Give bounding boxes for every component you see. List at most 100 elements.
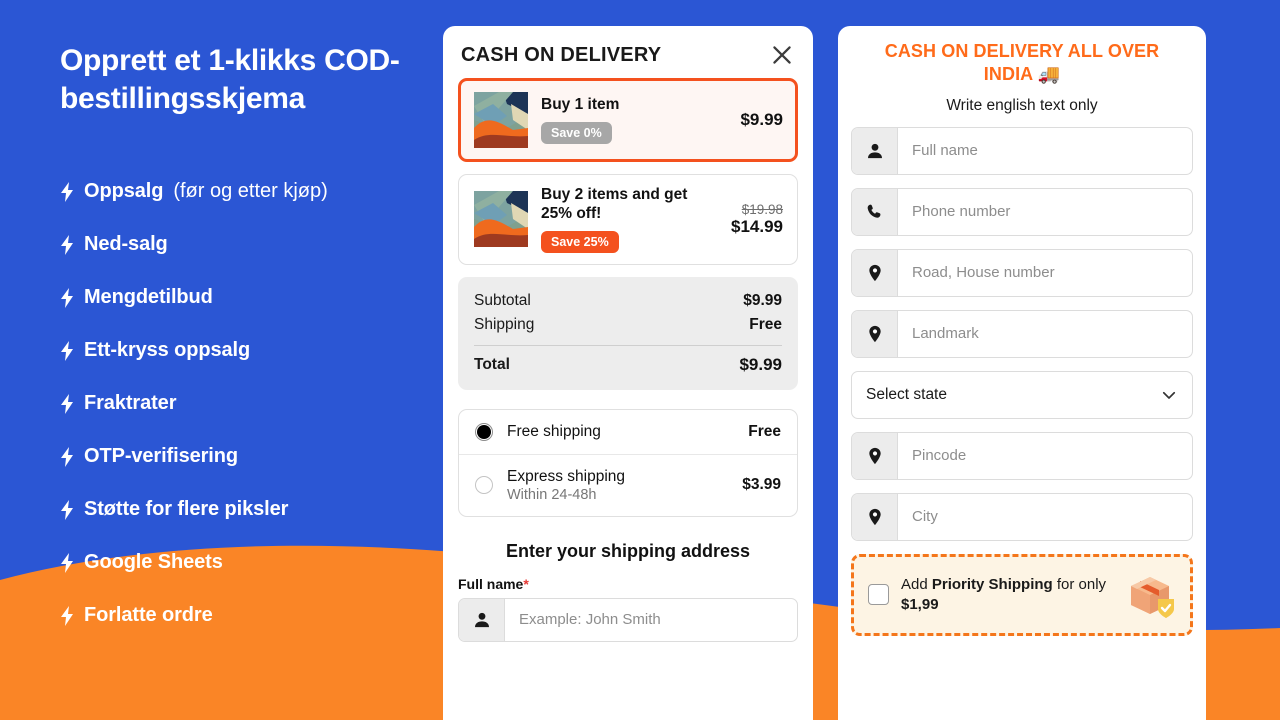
feature-label: Oppsalg bbox=[84, 180, 164, 202]
shipping-option-price: Free bbox=[748, 422, 781, 440]
priority-price: $1,99 bbox=[901, 595, 939, 613]
order-summary: Subtotal $9.99 Shipping Free Total $9.99 bbox=[458, 276, 798, 390]
offer-details: Buy 1 item Save 0% bbox=[541, 96, 724, 144]
full-name-label-text: Full name bbox=[458, 575, 524, 592]
location-icon bbox=[852, 493, 898, 540]
feature-label: Fraktrater bbox=[84, 392, 177, 414]
shipping-option-text: Free shipping bbox=[507, 423, 748, 441]
summary-row-subtotal: Subtotal $9.99 bbox=[474, 289, 782, 313]
bolt-icon bbox=[61, 499, 73, 520]
person-icon bbox=[459, 598, 505, 641]
full-name-placeholder: Example: John Smith bbox=[519, 611, 661, 629]
page-title: Opprett et 1-klikks COD-bestillingsskjem… bbox=[60, 44, 400, 115]
offer-price: $14.99 bbox=[731, 216, 783, 236]
priority-prefix: Add bbox=[901, 575, 932, 593]
priority-shipping-checkbox[interactable] bbox=[868, 584, 889, 606]
checkout-header: CASH ON DELIVERY bbox=[443, 26, 813, 78]
offer-list: Buy 1 item Save 0% $9.99 Buy 2 items and… bbox=[443, 78, 813, 265]
city-placeholder: City bbox=[912, 508, 938, 526]
bolt-icon bbox=[61, 234, 73, 255]
priority-middle: for only bbox=[1052, 575, 1107, 593]
feature-label: OTP-verifisering bbox=[84, 445, 238, 467]
full-name-field-wrap: Example: John Smith bbox=[458, 597, 798, 642]
city-input[interactable]: City bbox=[851, 492, 1193, 541]
summary-value: $9.99 bbox=[743, 291, 782, 309]
checkout-title: CASH ON DELIVERY bbox=[461, 43, 662, 66]
feature-suffix: (før og etter kjøp) bbox=[173, 180, 328, 202]
offer-headline: Buy 2 items and get 25% off! bbox=[541, 186, 688, 222]
feature-label: Støtte for flere piksler bbox=[84, 498, 289, 520]
shipping-option-price: $3.99 bbox=[742, 476, 781, 494]
phone-number-placeholder: Phone number bbox=[912, 203, 1011, 221]
summary-value: $9.99 bbox=[739, 354, 782, 374]
pincode-placeholder: Pincode bbox=[912, 447, 967, 465]
summary-divider bbox=[474, 344, 782, 346]
shipping-option-subtext: Within 24-48h bbox=[507, 486, 597, 503]
offer-card-buy-1[interactable]: Buy 1 item Save 0% $9.99 bbox=[458, 78, 798, 162]
offer-compare-at-price: $19.98 bbox=[741, 201, 783, 217]
phone-number-input[interactable]: Phone number bbox=[851, 187, 1193, 236]
full-name-placeholder: Full name bbox=[912, 142, 978, 160]
address-section-heading: Enter your shipping address bbox=[505, 540, 751, 561]
shipping-option-name: Express shipping bbox=[507, 467, 626, 485]
cod-form-title: CASH ON DELIVERY ALL OVER INDIA 🚚 bbox=[884, 41, 1160, 85]
summary-row-shipping: Shipping Free bbox=[474, 313, 782, 337]
offer-price-group: $9.99 bbox=[736, 110, 783, 130]
shipping-option-free[interactable]: Free shipping Free bbox=[459, 410, 797, 454]
offer-details: Buy 2 items and get 25% off! Save 25% bbox=[541, 186, 715, 253]
bolt-icon bbox=[61, 552, 73, 573]
landmark-input[interactable]: Landmark bbox=[851, 309, 1193, 358]
feature-item-oppsalg: Oppsalg (før og etter kjøp) bbox=[60, 165, 460, 218]
feature-item-forlatte-ordre: Forlatte ordre bbox=[60, 589, 460, 642]
feature-item-ned-salg: Ned-salg bbox=[60, 218, 460, 271]
feature-item-fraktrater: Fraktrater bbox=[60, 377, 460, 430]
cod-form-fields: Full name Phone number Road, House numbe… bbox=[838, 115, 1206, 541]
summary-label: Subtotal bbox=[474, 291, 531, 309]
state-select-value: Select state bbox=[866, 385, 947, 403]
person-icon bbox=[852, 127, 898, 174]
summary-value: Free bbox=[749, 315, 782, 333]
required-asterisk: * bbox=[523, 575, 529, 592]
screenshot-root: Opprett et 1-klikks COD-bestillingsskjem… bbox=[0, 0, 1280, 720]
summary-row-total: Total $9.99 bbox=[474, 352, 782, 378]
close-icon[interactable] bbox=[769, 42, 795, 68]
full-name-input[interactable]: Full name bbox=[851, 126, 1193, 175]
location-icon bbox=[852, 432, 898, 479]
landmark-placeholder: Landmark bbox=[912, 325, 979, 343]
offer-card-buy-2[interactable]: Buy 2 items and get 25% off! Save 25% $1… bbox=[458, 174, 798, 265]
cod-form-panel: CASH ON DELIVERY ALL OVER INDIA 🚚 Write … bbox=[838, 26, 1206, 720]
feature-item-mengdetilbud: Mengdetilbud bbox=[60, 271, 460, 324]
shipping-option-text: Express shipping Within 24-48h bbox=[507, 468, 742, 503]
shipping-option-name: Free shipping bbox=[507, 422, 601, 440]
bolt-icon bbox=[61, 393, 73, 414]
bolt-icon bbox=[61, 181, 73, 202]
cod-form-subtitle: Write english text only bbox=[946, 96, 1098, 114]
pincode-input[interactable]: Pincode bbox=[851, 431, 1193, 480]
state-select[interactable]: Select state bbox=[851, 370, 1193, 419]
pillow-thumbnail bbox=[474, 92, 528, 148]
feature-item-google-sheets: Google Sheets bbox=[60, 536, 460, 589]
offer-save-badge: Save 0% bbox=[541, 121, 612, 144]
radio-unselected-icon[interactable] bbox=[475, 476, 493, 495]
feature-item-ett-kryss-oppsalg: Ett-kryss oppsalg bbox=[60, 324, 460, 377]
offer-headline: Buy 1 item bbox=[541, 96, 620, 114]
feature-label: Ned-salg bbox=[84, 233, 168, 255]
checkout-panel: CASH ON DELIVERY Buy 1 item Save 0% $9.9… bbox=[443, 26, 813, 720]
road-house-number-placeholder: Road, House number bbox=[912, 264, 1055, 282]
full-name-label: Full name* bbox=[443, 576, 813, 598]
full-name-input[interactable]: Example: John Smith bbox=[458, 597, 798, 642]
road-house-number-input[interactable]: Road, House number bbox=[851, 248, 1193, 297]
radio-selected-icon[interactable] bbox=[475, 422, 493, 441]
shipping-option-express[interactable]: Express shipping Within 24-48h $3.99 bbox=[459, 453, 797, 516]
feature-label: Ett-kryss oppsalg bbox=[84, 339, 251, 361]
bolt-icon bbox=[61, 605, 73, 626]
shipping-method-group: Free shipping Free Express shipping With… bbox=[458, 408, 798, 517]
bolt-icon bbox=[61, 287, 73, 308]
bolt-icon bbox=[61, 340, 73, 361]
feature-label: Google Sheets bbox=[84, 551, 223, 573]
priority-shipping-upsell[interactable]: Add Priority Shipping for only $1,99 bbox=[851, 553, 1193, 636]
feature-label: Mengdetilbud bbox=[84, 286, 213, 308]
feature-label: Forlatte ordre bbox=[84, 604, 213, 626]
priority-bold-label: Priority Shipping bbox=[931, 575, 1053, 593]
chevron-down-icon bbox=[1162, 391, 1176, 399]
